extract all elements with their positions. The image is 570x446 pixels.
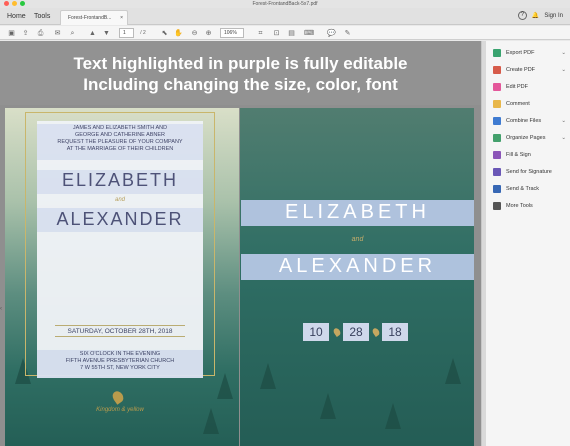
sidebar-item[interactable]: Comment <box>493 98 569 110</box>
document-tab-label: Forest-FrontandB... <box>68 15 112 21</box>
tool-icon <box>493 167 501 176</box>
forest-tree-icon <box>445 358 461 384</box>
invitation-line-2: GEORGE AND CATHERINE ABNER <box>74 132 166 138</box>
back-bride-name: ELIZABETH <box>285 201 430 223</box>
sidebar-item-label: Export PDF <box>506 50 535 56</box>
bride-name: ELIZABETH <box>61 170 179 190</box>
sidebar-item-label: Combine Files <box>506 118 542 124</box>
invitation-line-3: REQUEST THE PLEASURE OF YOUR COMPANY <box>57 139 183 145</box>
page-view-icon[interactable]: ▤ <box>287 29 296 38</box>
keyboard-icon[interactable]: ⌨ <box>304 29 314 38</box>
invitation-line-4: AT THE MARRIAGE OF THEIR CHILDREN <box>66 146 174 152</box>
account-controls: ? 🔔 Sign In <box>517 11 563 20</box>
forest-tree-icon <box>385 403 401 429</box>
ceremony-time: SIX O'CLOCK IN THE EVENING <box>79 351 161 357</box>
headline-line-2: Including changing the size, color, font <box>83 75 398 94</box>
tool-icon <box>493 133 501 142</box>
forest-tree-icon <box>320 393 336 419</box>
signature-script: Kingdom & yellow <box>96 407 144 413</box>
back-groom-name: ALEXANDER <box>278 255 437 277</box>
select-tool-icon[interactable]: ⬉ <box>160 29 169 38</box>
page-number-input[interactable]: 1 <box>119 28 134 38</box>
main-toolbar: ▣ ⇪ ⎙ ✉ ⌕ ▲ ▼ 1 / 2 ⬉ ✋ ⊖ ⊕ 106% ⌗ ⊡ ▤ ⌨… <box>0 26 570 40</box>
sidebar-item[interactable]: Edit PDF <box>493 81 569 93</box>
venue-name: FIFTH AVENUE PRESBYTERIAN CHURCH <box>65 358 175 364</box>
wedding-date: SATURDAY, OCTOBER 28TH, 2018 <box>55 325 185 337</box>
search-icon[interactable]: ⌕ <box>68 29 77 38</box>
zoom-select[interactable]: 106% <box>220 28 244 38</box>
help-icon[interactable]: ? <box>517 11 527 20</box>
forest-tree-icon <box>217 373 233 399</box>
sidebar-item-label: Organize Pages <box>506 135 546 141</box>
back-and-script: and <box>351 236 364 243</box>
tool-icon <box>493 150 501 159</box>
sidebar-item[interactable]: Organize Pages ⌄ <box>493 132 569 144</box>
sidebar-item-label: Comment <box>506 101 530 107</box>
sidebar-item-label: Send & Track <box>506 186 540 192</box>
sidebar-item[interactable]: More Tools <box>493 200 569 212</box>
notifications-icon[interactable]: 🔔 <box>532 12 539 19</box>
date-month-box: 10 <box>303 323 329 341</box>
print-icon[interactable]: ⎙ <box>36 29 45 38</box>
tab-tools[interactable]: Tools <box>34 8 50 25</box>
close-tab-icon[interactable]: × <box>120 11 123 25</box>
sidebar-item-label: Edit PDF <box>506 84 529 90</box>
date-day-box: 28 <box>343 323 369 341</box>
chevron-down-icon[interactable]: ⌄ <box>561 47 566 59</box>
venue-address: 7 W 55TH ST, NEW YORK CITY <box>80 365 160 371</box>
sidebar-item-label: More Tools <box>506 203 533 209</box>
window-titlebar: Forest-FrontandBack-5x7.pdf <box>0 0 570 8</box>
forest-tree-icon <box>260 363 276 389</box>
zoom-out-icon[interactable]: ⊖ <box>190 29 199 38</box>
sidebar-item-label: Fill & Sign <box>506 152 531 158</box>
forest-tree-icon <box>203 408 219 434</box>
next-page-icon[interactable]: ▼ <box>102 29 111 38</box>
chevron-down-icon[interactable]: ⌄ <box>561 115 566 127</box>
sidebar-item[interactable]: Combine Files ⌄ <box>493 115 569 127</box>
invitation-card: JAMES AND ELIZABETH SMITH AND GEORGE AND… <box>37 121 203 378</box>
tab-home[interactable]: Home <box>7 8 26 25</box>
and-script: and <box>114 197 125 203</box>
groom-name: ALEXANDER <box>56 209 184 229</box>
left-panel-toggle-icon[interactable]: ‹ <box>0 306 2 312</box>
headline-line-1: Text highlighted in purple is fully edit… <box>73 54 408 73</box>
sidebar-item[interactable]: Export PDF ⌄ <box>493 47 569 59</box>
editable-text-notice: Text highlighted in purple is fully edit… <box>0 41 481 105</box>
page-total-label: / 2 <box>140 30 146 36</box>
tool-icon <box>493 48 501 57</box>
date-year-box: 18 <box>382 323 408 341</box>
save-icon[interactable]: ▣ <box>7 29 16 38</box>
sidebar-item-label: Send for Signature <box>506 169 552 175</box>
sign-in-link[interactable]: Sign In <box>544 13 563 19</box>
sidebar-item[interactable]: Send & Track <box>493 183 569 195</box>
window-title: Forest-FrontandBack-5x7.pdf <box>252 1 318 7</box>
tool-icon <box>493 116 501 125</box>
crop-icon[interactable]: ⌗ <box>256 29 265 38</box>
hand-tool-icon[interactable]: ✋ <box>174 29 183 38</box>
tool-icon <box>493 65 501 74</box>
invitation-line-1: JAMES AND ELIZABETH SMITH AND <box>72 125 168 131</box>
previous-page-icon[interactable]: ▲ <box>88 29 97 38</box>
chevron-down-icon[interactable]: ⌄ <box>561 132 566 144</box>
chevron-down-icon[interactable]: ⌄ <box>561 64 566 76</box>
document-viewer[interactable]: Text highlighted in purple is fully edit… <box>0 41 481 446</box>
tools-sidebar: Export PDF ⌄ Create PDF ⌄ Edit PDF Comment Com… <box>486 41 570 446</box>
tool-icon <box>493 201 501 210</box>
sidebar-item-label: Create PDF <box>506 67 536 73</box>
tool-icon <box>493 82 501 91</box>
sidebar-item[interactable]: Send for Signature <box>493 166 569 178</box>
tool-icon <box>493 99 501 108</box>
upload-icon[interactable]: ⇪ <box>21 29 30 38</box>
zoom-in-icon[interactable]: ⊕ <box>204 29 213 38</box>
comment-icon[interactable]: 💬 <box>327 29 336 38</box>
pen-icon[interactable]: ✎ <box>343 29 352 38</box>
sidebar-item[interactable]: Create PDF ⌄ <box>493 64 569 76</box>
tab-document[interactable]: Forest-FrontandB... × <box>60 10 128 25</box>
email-icon[interactable]: ✉ <box>53 29 62 38</box>
sidebar-item[interactable]: Fill & Sign <box>493 149 569 161</box>
tool-icon <box>493 184 501 193</box>
fit-page-icon[interactable]: ⊡ <box>272 29 281 38</box>
tab-bar: Home Tools Forest-FrontandB... × ? 🔔 Sig… <box>0 8 570 25</box>
